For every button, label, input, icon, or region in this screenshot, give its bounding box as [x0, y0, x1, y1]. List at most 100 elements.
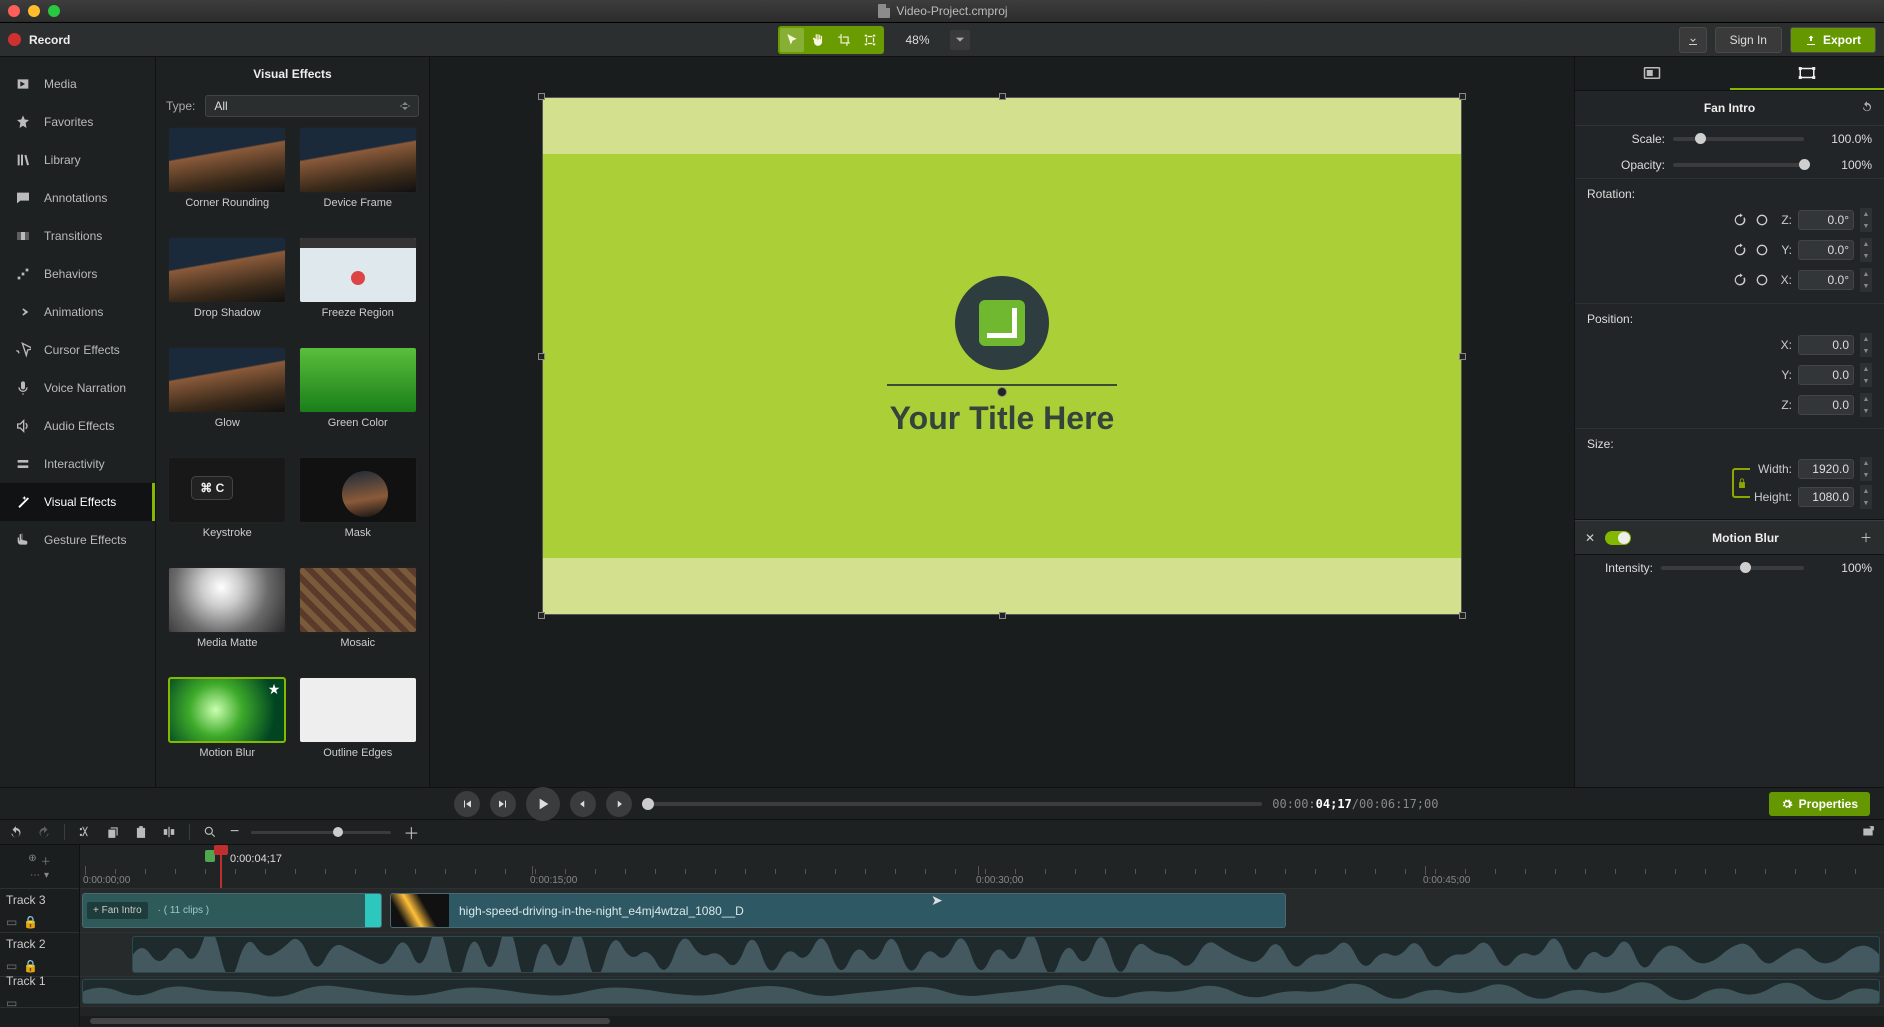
remove-effect-button[interactable]: ✕ — [1585, 531, 1599, 545]
position-y-input[interactable]: 0.0 — [1798, 365, 1854, 385]
canvas-selection[interactable]: Your Title Here — [542, 97, 1462, 615]
resize-handle[interactable] — [1459, 612, 1466, 619]
sidebar-item-voice[interactable]: Voice Narration — [0, 369, 155, 407]
rotate-y-icon[interactable] — [1732, 242, 1748, 258]
effect-device[interactable]: Device Frame — [299, 127, 418, 225]
export-button[interactable]: Export — [1790, 27, 1876, 53]
hide-track-icon[interactable]: ▭ — [6, 959, 17, 973]
effect-dropshadow[interactable]: Drop Shadow — [168, 237, 287, 335]
properties-button[interactable]: Properties — [1769, 792, 1870, 816]
canvas-area[interactable]: Your Title Here — [430, 57, 1574, 787]
position-x-input[interactable]: 0.0 — [1798, 335, 1854, 355]
effect-motionblur[interactable]: ★Motion Blur — [168, 677, 287, 775]
lock-track-icon[interactable]: 🔒 — [23, 915, 38, 929]
step-forward-button[interactable] — [606, 791, 632, 817]
download-button[interactable] — [1679, 27, 1707, 53]
record-icon[interactable] — [8, 33, 21, 46]
rotate-reset-icon[interactable] — [1754, 212, 1770, 228]
playhead[interactable] — [220, 845, 222, 888]
effect-greencolor[interactable]: Green Color — [299, 347, 418, 445]
stepper[interactable]: ▲▼ — [1860, 393, 1872, 417]
play-button[interactable] — [526, 787, 560, 821]
effect-mediamatte[interactable]: Media Matte — [168, 567, 287, 665]
lock-track-icon[interactable]: 🔒 — [23, 959, 38, 973]
stepper[interactable]: ▲▼ — [1860, 363, 1872, 387]
clip-fan-intro[interactable]: + Fan Intro · ( 11 clips ) — [82, 893, 382, 928]
sidebar-item-transitions[interactable]: Transitions — [0, 217, 155, 255]
resize-handle[interactable] — [1459, 93, 1466, 100]
timeline-scrollbar[interactable] — [80, 1016, 1884, 1026]
hide-track-icon[interactable]: ▭ — [6, 996, 17, 1010]
step-back-button[interactable] — [570, 791, 596, 817]
track-2[interactable] — [80, 933, 1884, 977]
sidebar-item-media[interactable]: Media — [0, 65, 155, 103]
playback-scrubber[interactable] — [642, 802, 1262, 806]
sidebar-item-cursor-effects[interactable]: Cursor Effects — [0, 331, 155, 369]
resize-handle[interactable] — [1459, 353, 1466, 360]
sidebar-item-interactivity[interactable]: Interactivity — [0, 445, 155, 483]
sidebar-item-audio-effects[interactable]: Audio Effects — [0, 407, 155, 445]
resize-handle[interactable] — [999, 93, 1006, 100]
rotation-z-input[interactable]: 0.0° — [1798, 210, 1854, 230]
height-input[interactable]: 1080.0 — [1798, 487, 1854, 507]
redo-button[interactable] — [36, 824, 52, 840]
detach-timeline-button[interactable] — [1860, 824, 1876, 840]
copy-button[interactable] — [105, 824, 121, 840]
timeline-zoom-slider[interactable] — [251, 831, 391, 834]
position-z-input[interactable]: 0.0 — [1798, 395, 1854, 415]
stepper[interactable]: ▲▼ — [1860, 238, 1872, 262]
scale-slider[interactable] — [1673, 137, 1804, 141]
crop-tool[interactable] — [832, 28, 856, 52]
sidebar-item-visual-effects[interactable]: Visual Effects — [0, 483, 155, 521]
zoom-in-button[interactable]: ＋ — [403, 820, 419, 844]
clip-audio-1[interactable] — [82, 979, 1880, 1004]
sign-in-button[interactable]: Sign In — [1715, 27, 1782, 53]
minimize-window-icon[interactable] — [28, 5, 40, 17]
effect-toggle[interactable] — [1605, 531, 1631, 545]
reset-icon[interactable] — [1860, 100, 1874, 117]
stepper[interactable]: ▲▼ — [1860, 485, 1872, 509]
rotate-reset-icon[interactable] — [1754, 242, 1770, 258]
timeline-ruler[interactable]: 0:00:00;000:00:15;000:00:30;000:00:45;00… — [80, 845, 1884, 889]
resize-handle[interactable] — [999, 612, 1006, 619]
cut-button[interactable] — [77, 824, 93, 840]
collapse-icon[interactable]: ⊕ — [28, 853, 36, 868]
effect-mosaic[interactable]: Mosaic — [299, 567, 418, 665]
width-input[interactable]: 1920.0 — [1798, 459, 1854, 479]
rotate-x-icon[interactable] — [1732, 272, 1748, 288]
add-track-button[interactable]: ＋ — [41, 853, 51, 868]
stepper[interactable]: ▲▼ — [1860, 457, 1872, 481]
effect-glow[interactable]: Glow — [168, 347, 287, 445]
rotate-reset-icon[interactable] — [1754, 272, 1770, 288]
stepper[interactable]: ▲▼ — [1860, 208, 1872, 232]
zoom-out-button[interactable]: − — [230, 823, 239, 841]
effect-outline[interactable]: Outline Edges — [299, 677, 418, 775]
opacity-slider[interactable] — [1673, 163, 1804, 167]
rotation-x-input[interactable]: 0.0° — [1798, 270, 1854, 290]
paste-button[interactable] — [133, 824, 149, 840]
prev-clip-button[interactable] — [454, 791, 480, 817]
effect-keystroke[interactable]: ⌘ CKeystroke — [168, 457, 287, 555]
properties-tab-transform[interactable] — [1730, 57, 1884, 90]
sidebar-item-library[interactable]: Library — [0, 141, 155, 179]
crop-mode-tool[interactable] — [858, 28, 882, 52]
split-button[interactable] — [161, 824, 177, 840]
effect-mask[interactable]: Mask — [299, 457, 418, 555]
sidebar-item-gesture-effects[interactable]: Gesture Effects — [0, 521, 155, 559]
add-effect-button[interactable]: ＋ — [1860, 529, 1874, 546]
rotation-y-input[interactable]: 0.0° — [1798, 240, 1854, 260]
resize-handle[interactable] — [538, 353, 545, 360]
record-button[interactable]: Record — [29, 33, 70, 47]
rotate-z-icon[interactable] — [1732, 212, 1748, 228]
resize-handle[interactable] — [538, 93, 545, 100]
sidebar-item-annotations[interactable]: Annotations — [0, 179, 155, 217]
next-clip-button[interactable] — [490, 791, 516, 817]
sidebar-item-favorites[interactable]: Favorites — [0, 103, 155, 141]
clip-video[interactable]: high-speed-driving-in-the-night_e4mj4wtz… — [390, 893, 1286, 928]
rotate-handle[interactable] — [997, 387, 1007, 397]
stepper[interactable]: ▲▼ — [1860, 268, 1872, 292]
track-options-icon[interactable]: ⋯ — [30, 870, 40, 881]
sidebar-item-animations[interactable]: Animations — [0, 293, 155, 331]
stepper[interactable]: ▲▼ — [1860, 333, 1872, 357]
effect-freeze[interactable]: Freeze Region — [299, 237, 418, 335]
